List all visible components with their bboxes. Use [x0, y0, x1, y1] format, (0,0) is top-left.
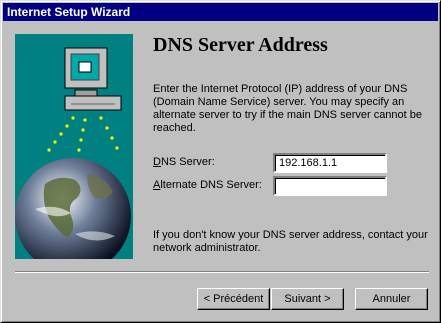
alternate-dns-label-text: lternate DNS Server:	[160, 179, 262, 191]
help-note: If you don't know your DNS server addres…	[153, 229, 428, 254]
divider	[15, 271, 429, 273]
computer-globe-icon	[15, 47, 131, 259]
title-bar: Internet Setup Wizard	[3, 3, 438, 21]
description-text: Enter the Internet Protocol (IP) address…	[153, 83, 423, 134]
alternate-dns-server-input[interactable]	[273, 176, 387, 196]
page-title: DNS Server Address	[153, 34, 328, 56]
dns-server-label-key: D	[153, 156, 161, 168]
computer-globe-illustration	[15, 34, 133, 259]
wizard-window: Internet Setup Wizard DNS Server Address…	[0, 0, 441, 323]
dns-server-label-text: NS Server:	[160, 156, 215, 168]
alternate-dns-server-label: Alternate DNS Server:	[153, 179, 262, 191]
back-button[interactable]: < Précédent	[197, 288, 270, 310]
dns-server-input[interactable]	[273, 153, 387, 173]
dns-server-label: DNS Server:	[153, 156, 215, 168]
next-button[interactable]: Suivant >	[271, 288, 344, 310]
cancel-button[interactable]: Annuler	[355, 288, 428, 310]
